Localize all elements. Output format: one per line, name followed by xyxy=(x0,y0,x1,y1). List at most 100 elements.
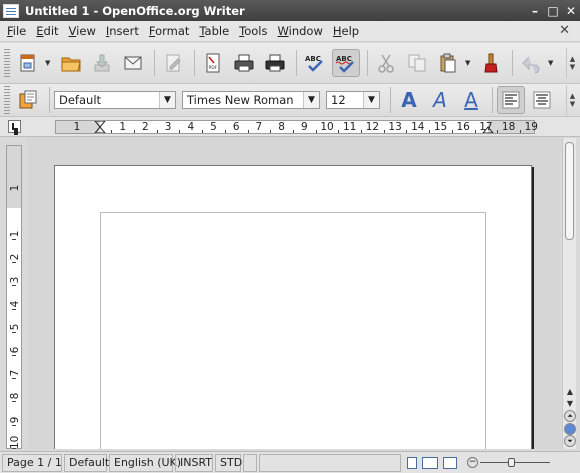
formatting-toolbar: Default ▼ Times New Roman ▼ 12 ▼ A A A ▲… xyxy=(0,84,580,117)
document-page[interactable] xyxy=(54,165,532,449)
format-paintbrush-button[interactable] xyxy=(477,49,505,77)
scroll-up-arrow-icon[interactable]: ▲ xyxy=(563,386,577,398)
email-button[interactable] xyxy=(119,49,147,77)
single-page-view-icon[interactable] xyxy=(407,456,417,469)
toolbar-overflow-icon[interactable]: ▲ ▼ xyxy=(566,85,578,115)
paste-button[interactable] xyxy=(434,49,462,77)
toolbar-grip[interactable] xyxy=(4,86,10,114)
svg-text:ABC: ABC xyxy=(305,55,321,63)
ruler-tick xyxy=(383,130,385,133)
italic-button[interactable]: A xyxy=(426,88,454,112)
indent-marker-icon[interactable] xyxy=(94,121,106,133)
selection-mode-indicator[interactable]: STD xyxy=(215,453,242,472)
page-indicator[interactable]: Page 1 / 1 xyxy=(2,453,62,472)
zoom-knob[interactable] xyxy=(508,458,515,467)
window-title: Untitled 1 - OpenOffice.org Writer xyxy=(25,3,245,18)
menu-tools[interactable]: Tools xyxy=(234,24,272,38)
menu-table[interactable]: Table xyxy=(194,24,234,38)
scroll-down-arrow-icon[interactable]: ▼ xyxy=(563,398,577,410)
zoom-track[interactable] xyxy=(480,458,550,467)
next-page-icon[interactable]: ⏷ xyxy=(564,435,576,447)
vertical-ruler[interactable]: 1 1 2 3 4 5 6 7 8 9 10 xyxy=(6,145,22,449)
print-button[interactable] xyxy=(230,49,258,77)
book-view-icon[interactable] xyxy=(443,456,457,469)
toolbar-overflow-icon[interactable]: ▲ ▼ xyxy=(566,48,578,78)
font-size-combo[interactable]: 12 ▼ xyxy=(326,91,380,109)
ruler-tick xyxy=(292,130,294,133)
ruler-tick xyxy=(12,285,16,287)
text-boundaries[interactable] xyxy=(100,212,486,449)
chevron-down-icon[interactable]: ▼ xyxy=(363,92,379,108)
auto-spellcheck-icon: ABC xyxy=(335,55,354,73)
copy-icon xyxy=(408,54,426,72)
navigator-icon[interactable] xyxy=(564,423,576,435)
new-dropdown-icon[interactable]: ▼ xyxy=(45,59,53,67)
new-document-button[interactable] xyxy=(14,49,42,77)
chevron-down-icon[interactable]: ▼ xyxy=(303,92,319,108)
align-left-button[interactable] xyxy=(497,86,525,114)
auto-spellcheck-button[interactable]: ABC xyxy=(332,49,360,77)
toolbar-grip[interactable] xyxy=(4,49,10,77)
close-document-icon[interactable]: ✕ xyxy=(559,23,570,38)
ruler-tick xyxy=(12,262,16,264)
ruler-tick xyxy=(12,378,16,380)
ruler-tick xyxy=(12,331,16,333)
paragraph-style-combo[interactable]: Default ▼ xyxy=(54,91,176,109)
styles-formatting-button[interactable] xyxy=(14,86,42,114)
horizontal-ruler[interactable]: 1 1 2 3 4 5 6 7 8 9 10 11 12 13 14 15 16 17 18 19 xyxy=(55,120,538,134)
digital-signature-indicator[interactable] xyxy=(259,453,401,472)
multi-page-view-icon[interactable] xyxy=(422,456,438,469)
previous-page-icon[interactable]: ⏶ xyxy=(564,410,576,422)
bold-button[interactable]: A xyxy=(395,88,423,112)
menu-edit[interactable]: Edit xyxy=(31,24,63,38)
save-button[interactable] xyxy=(88,49,116,77)
menu-file[interactable]: File xyxy=(0,24,31,38)
align-center-icon xyxy=(533,91,551,109)
paste-dropdown-icon[interactable]: ▼ xyxy=(465,59,473,67)
close-button[interactable]: ✕ xyxy=(562,4,580,18)
ruler-tick xyxy=(247,130,249,133)
insert-mode-indicator[interactable]: INSRT xyxy=(175,453,213,472)
top-margin-region xyxy=(7,146,21,208)
menu-insert[interactable]: Insert xyxy=(101,24,144,38)
ruler-number: 16 xyxy=(456,121,470,133)
minimize-button[interactable]: – xyxy=(526,4,544,18)
edit-file-button[interactable] xyxy=(159,49,187,77)
menu-help[interactable]: Help xyxy=(328,24,364,38)
ruler-number: 1 xyxy=(9,184,21,192)
zoom-slider[interactable]: − xyxy=(467,457,552,468)
tab-stop-selector-icon[interactable] xyxy=(8,120,21,133)
export-pdf-button[interactable]: PDF xyxy=(199,49,227,77)
ruler-number: 18 xyxy=(501,121,516,133)
language-indicator[interactable]: English (UK) xyxy=(109,453,181,472)
ruler-tick xyxy=(12,239,16,240)
page-style-indicator[interactable]: Default xyxy=(64,453,109,472)
toolbar-separator xyxy=(296,50,297,76)
edit-file-icon xyxy=(166,54,181,72)
ruler-tick xyxy=(156,130,158,133)
chevron-down-icon[interactable]: ▼ xyxy=(159,92,175,108)
copy-button[interactable] xyxy=(403,49,431,77)
font-name-combo[interactable]: Times New Roman ▼ xyxy=(182,91,320,109)
align-center-button[interactable] xyxy=(528,86,556,114)
print-preview-button[interactable] xyxy=(261,49,289,77)
menu-window[interactable]: Window xyxy=(273,24,328,38)
menu-view[interactable]: View xyxy=(64,24,101,38)
ruler-number: 13 xyxy=(388,121,402,133)
spellcheck-button[interactable]: ABC xyxy=(301,49,329,77)
undo-dropdown-icon[interactable]: ▼ xyxy=(548,59,556,67)
maximize-button[interactable]: □ xyxy=(544,4,562,18)
paintbrush-icon xyxy=(484,53,498,73)
zoom-out-icon[interactable]: − xyxy=(467,457,478,468)
styles-formatting-icon xyxy=(19,90,37,109)
toolbar-separator xyxy=(194,50,195,76)
document-modified-indicator[interactable] xyxy=(243,453,257,472)
vertical-scrollbar[interactable]: ▲ ▼ ⏶ ⏷ xyxy=(562,138,576,449)
open-button[interactable] xyxy=(57,49,85,77)
scrollbar-thumb[interactable] xyxy=(565,142,574,240)
undo-button[interactable] xyxy=(517,49,545,77)
cut-button[interactable] xyxy=(372,49,400,77)
menu-format[interactable]: Format xyxy=(144,24,195,38)
underline-button[interactable]: A xyxy=(457,88,485,112)
ruler-tick xyxy=(497,130,499,133)
